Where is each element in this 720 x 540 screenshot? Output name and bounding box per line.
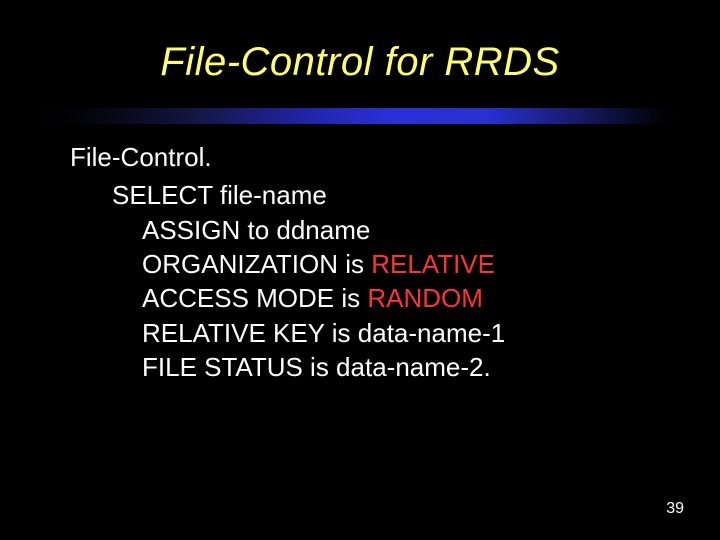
section-heading: File-Control. <box>70 140 680 174</box>
keyword-random: RANDOM <box>367 283 483 313</box>
code-line-assign: ASSIGN to ddname <box>70 213 680 247</box>
text-organization: ORGANIZATION is <box>142 249 371 279</box>
slide-title: File-Control for RRDS <box>0 40 720 85</box>
keyword-relative: RELATIVE <box>371 249 495 279</box>
text-access: ACCESS MODE is <box>142 283 367 313</box>
code-line-organization: ORGANIZATION is RELATIVE <box>70 247 680 281</box>
code-line-relative-key: RELATIVE KEY is data-name-1 <box>70 316 680 350</box>
code-line-access: ACCESS MODE is RANDOM <box>70 281 680 315</box>
title-underline <box>40 108 680 124</box>
code-line-select: SELECT file-name <box>70 178 680 212</box>
slide-body: File-Control. SELECT file-name ASSIGN to… <box>70 140 680 384</box>
slide: File-Control for RRDS File-Control. SELE… <box>0 0 720 540</box>
page-number: 39 <box>666 500 684 518</box>
code-line-file-status: FILE STATUS is data-name-2. <box>70 350 680 384</box>
